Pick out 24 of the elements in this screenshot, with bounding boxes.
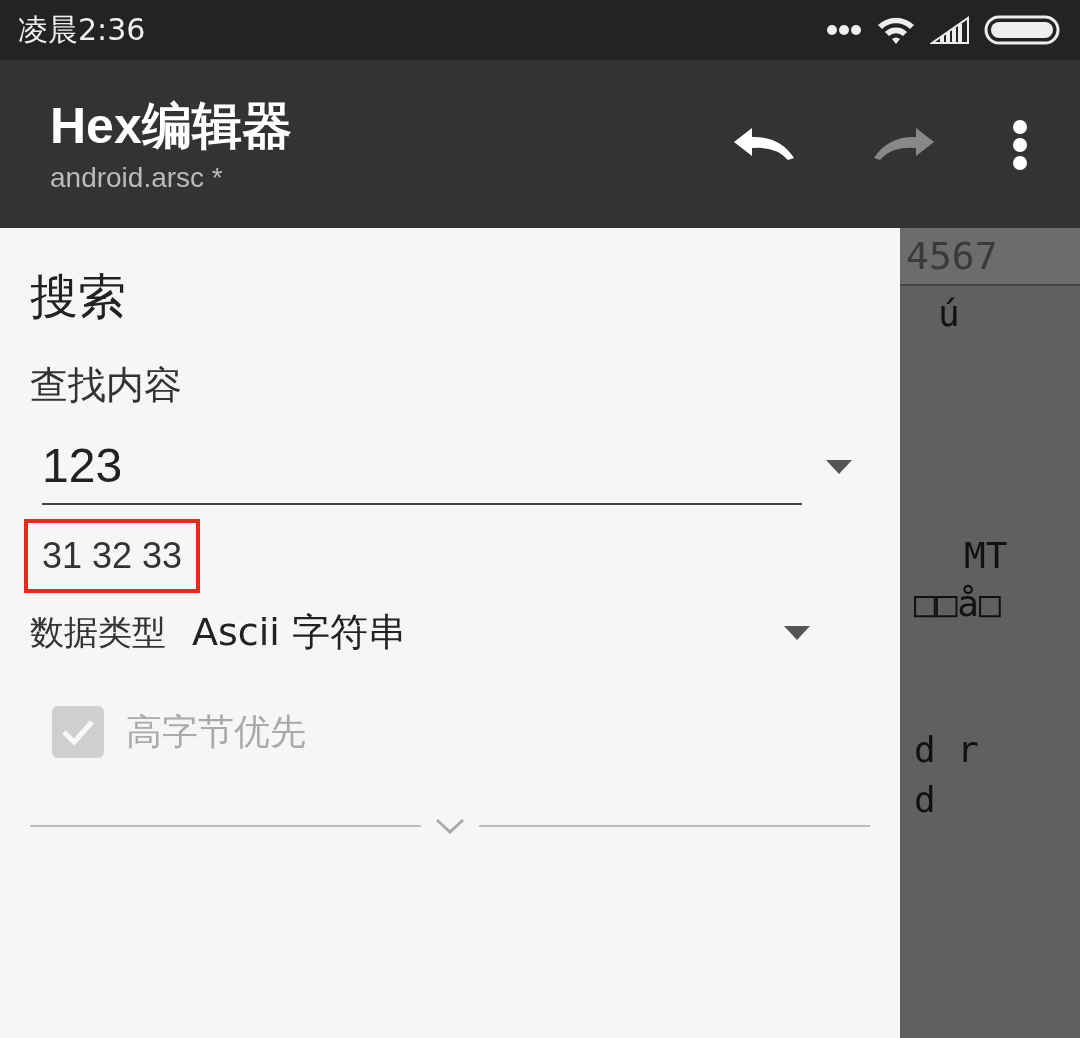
status-time: 凌晨2:36 [18, 10, 146, 49]
dialog-title: 搜索 [30, 267, 127, 326]
hex-preview: 31 32 33 [24, 519, 201, 593]
hex-text-row-text: ú [937, 292, 961, 336]
wifi-icon [876, 15, 916, 45]
checkbox-label: 高字节优先 [126, 709, 306, 754]
dropdown-icon[interactable] [784, 625, 810, 640]
file-name: android.arsc * [50, 162, 224, 194]
signal-icon [930, 16, 970, 44]
battery-icon [984, 15, 1060, 45]
dropdown-icon[interactable] [826, 460, 852, 474]
data-type-dropdown[interactable]: Ascii 字符串 [192, 607, 406, 658]
undo-icon[interactable] [732, 128, 796, 162]
hex-text-row-text: □□å□ [914, 582, 1002, 626]
more-notifications-icon [826, 24, 862, 36]
app-title: Hex编辑器 [50, 97, 292, 156]
hex-text-row-text: d [914, 778, 937, 822]
find-label: 查找内容 [30, 362, 183, 409]
redo-icon[interactable] [872, 128, 936, 162]
more-menu-icon[interactable] [1012, 120, 1028, 170]
hex-text-row-text: d r [914, 728, 981, 772]
data-type-label: 数据类型 [30, 610, 166, 654]
search-field[interactable]: 123 [42, 439, 802, 505]
hex-text-row-text: MT [963, 534, 1009, 578]
